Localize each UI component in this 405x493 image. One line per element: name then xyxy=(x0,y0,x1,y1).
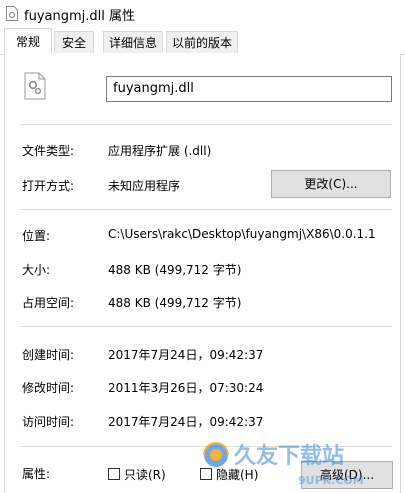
location-value: C:\Users\rakc\Desktop\fuyangmj\X86\0.0.1… xyxy=(108,227,376,241)
size-on-disk-value: 488 KB (499,712 字节) xyxy=(108,296,242,310)
tab-previous-versions[interactable]: 以前的版本 xyxy=(166,31,238,53)
attributes-label: 属性: xyxy=(22,467,51,481)
dll-gear-icon xyxy=(24,72,46,100)
modified-label: 修改时间: xyxy=(22,381,75,395)
file-type-value: 应用程序扩展 (.dll) xyxy=(108,144,212,158)
watermark-text: 久友下载站 xyxy=(234,443,344,469)
accessed-label: 访问时间: xyxy=(22,415,75,429)
tab-strip: 常规 安全 详细信息 以前的版本 xyxy=(0,28,405,55)
created-label: 创建时间: xyxy=(22,348,75,362)
change-button[interactable]: 更改(C)... xyxy=(271,170,391,198)
document-gear-icon xyxy=(6,6,18,21)
accessed-value: 2017年7月24日，09:42:37 xyxy=(108,415,264,429)
tab-details[interactable]: 详细信息 xyxy=(103,31,163,53)
window-title: fuyangmj.dll 属性 xyxy=(24,9,135,24)
size-value: 488 KB (499,712 字节) xyxy=(108,263,242,277)
tab-general[interactable]: 常规 xyxy=(4,28,52,55)
modified-value: 2011年3月26日，07:30:24 xyxy=(108,381,264,395)
size-label: 大小: xyxy=(22,263,51,277)
location-label: 位置: xyxy=(22,229,51,243)
opens-with-label: 打开方式: xyxy=(22,179,75,193)
file-type-label: 文件类型: xyxy=(22,144,75,158)
separator xyxy=(20,124,392,125)
opens-with-value: 未知应用程序 xyxy=(108,179,181,193)
created-value: 2017年7月24日，09:42:37 xyxy=(108,348,264,362)
separator xyxy=(20,209,392,210)
size-on-disk-label: 占用空间: xyxy=(22,296,75,310)
separator xyxy=(20,326,392,327)
title-bar: fuyangmj.dll 属性 xyxy=(0,0,405,28)
tab-security[interactable]: 安全 xyxy=(54,31,94,53)
watermark-url: 9UPK.COM xyxy=(298,474,364,487)
watermark-logo: 久友下载站 9UPK.COM xyxy=(203,442,364,487)
readonly-checkbox[interactable] xyxy=(108,468,120,480)
readonly-label[interactable]: 只读(R) xyxy=(124,466,166,483)
file-name-field[interactable]: fuyangmj.dll xyxy=(106,76,392,102)
